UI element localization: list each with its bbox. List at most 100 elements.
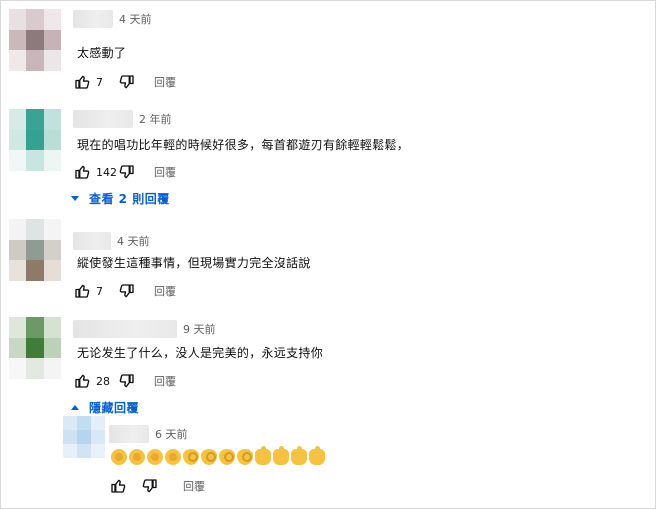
avatar-pixel: [26, 219, 44, 240]
comment-actions: 28 回覆: [73, 372, 176, 390]
clapping-hands-icon: [111, 449, 127, 465]
avatar-pixel: [26, 109, 44, 130]
thumbs-up-icon[interactable]: [109, 477, 127, 495]
avatar-pixel: [9, 219, 27, 240]
avatar-pixel: [26, 358, 44, 379]
like-count: 28: [96, 374, 110, 388]
avatar-pixel: [91, 416, 105, 430]
comment-actions: 7 回覆: [73, 282, 176, 300]
clapping-hands-icon: [147, 449, 163, 465]
comment-header: 4 天前: [73, 9, 152, 29]
avatar-pixel: [43, 358, 61, 379]
comment-actions: 142 回覆: [73, 163, 176, 181]
avatar-pixel: [63, 430, 77, 444]
avatar-pixel: [43, 50, 61, 71]
comment-header: 6 天前: [109, 424, 188, 444]
ok-hand-icon: [219, 449, 235, 465]
author-name[interactable]: [73, 110, 133, 128]
avatar[interactable]: [9, 9, 61, 71]
comment-header: 9 天前: [73, 319, 216, 339]
author-name[interactable]: [73, 232, 111, 250]
reply-button[interactable]: 回覆: [154, 283, 176, 299]
avatar[interactable]: [9, 317, 61, 379]
reply-button[interactable]: 回覆: [183, 478, 205, 494]
reply-button[interactable]: 回覆: [154, 164, 176, 180]
thumbs-down-icon[interactable]: [118, 163, 136, 181]
avatar-pixel: [77, 430, 91, 444]
thumbs-down-icon[interactable]: [118, 372, 136, 390]
avatar-pixel: [43, 337, 61, 359]
chevron-down-icon: [71, 196, 79, 201]
comment-time[interactable]: 6 天前: [155, 426, 188, 442]
avatar-pixel: [43, 219, 61, 240]
avatar-pixel: [26, 239, 44, 261]
avatar-pixel: [43, 317, 61, 338]
like-count: 142: [96, 165, 117, 179]
thumbs-up-icon[interactable]: [73, 163, 91, 181]
author-name[interactable]: [73, 10, 113, 28]
avatar-pixel: [9, 109, 27, 130]
comment-time[interactable]: 4 天前: [117, 233, 150, 249]
avatar-pixel: [43, 129, 61, 151]
avatar-pixel: [91, 430, 105, 444]
avatar-pixel: [77, 444, 91, 458]
thumbs-up-emoji-icon: [273, 446, 289, 465]
comment-text: 現在的唱功比年輕的時候好很多，每首都遊刃有餘輕輕鬆鬆，: [77, 138, 410, 152]
reply-button[interactable]: 回覆: [154, 74, 176, 90]
avatar-pixel: [43, 239, 61, 261]
avatar-pixel: [9, 337, 27, 359]
avatar[interactable]: [9, 109, 61, 171]
hide-replies-button[interactable]: 隱藏回覆: [71, 399, 139, 416]
ok-hand-icon: [237, 449, 253, 465]
avatar-pixel: [26, 317, 44, 338]
clapping-hands-icon: [165, 449, 181, 465]
avatar-pixel: [26, 50, 44, 71]
avatar-pixel: [43, 9, 61, 30]
thumbs-up-emoji-icon: [291, 446, 307, 465]
comment-text: 无论发生了什么，没人是完美的，永远支持你: [77, 346, 324, 360]
thumbs-down-icon[interactable]: [118, 73, 136, 91]
comment-text: 太感動了: [77, 46, 127, 60]
thumbs-down-icon[interactable]: [141, 477, 159, 495]
thumbs-up-emoji-icon: [309, 446, 325, 465]
avatar-pixel: [9, 239, 27, 261]
avatar[interactable]: [63, 416, 105, 458]
clapping-hands-icon: [129, 449, 145, 465]
avatar-pixel: [63, 444, 77, 458]
thumbs-up-icon[interactable]: [73, 73, 91, 91]
avatar-pixel: [26, 129, 44, 151]
like-count: 7: [96, 75, 103, 89]
comment-time[interactable]: 2 年前: [139, 111, 172, 127]
avatar-pixel: [43, 260, 61, 281]
avatar-pixel: [26, 260, 44, 281]
comment-time[interactable]: 9 天前: [183, 321, 216, 337]
avatar-pixel: [9, 129, 27, 151]
avatar-pixel: [43, 109, 61, 130]
avatar-pixel: [9, 150, 27, 171]
avatar-pixel: [9, 358, 27, 379]
thumbs-up-icon[interactable]: [73, 372, 91, 390]
avatar-pixel: [63, 416, 77, 430]
reply-emoji-text: [111, 446, 325, 465]
avatar-pixel: [9, 50, 27, 71]
view-replies-button[interactable]: 查看 2 則回覆: [71, 190, 170, 207]
author-name[interactable]: [109, 425, 149, 443]
comment-time[interactable]: 4 天前: [119, 11, 152, 27]
avatar-pixel: [43, 150, 61, 171]
comment-text: 縱使發生這種事情，但現場實力完全沒話說: [77, 256, 311, 270]
reply-button[interactable]: 回覆: [154, 373, 176, 389]
avatar-pixel: [26, 29, 44, 51]
avatar-pixel: [9, 9, 27, 30]
comment-header: 4 天前: [73, 231, 150, 251]
thumbs-down-icon[interactable]: [118, 282, 136, 300]
avatar-pixel: [9, 317, 27, 338]
chevron-up-icon: [71, 405, 79, 410]
avatar-pixel: [77, 416, 91, 430]
thumbs-up-icon[interactable]: [73, 282, 91, 300]
avatar[interactable]: [9, 219, 61, 281]
author-name[interactable]: [73, 320, 177, 338]
comment-actions: 7 回覆: [73, 73, 176, 91]
like-count: 7: [96, 284, 103, 298]
view-replies-label: 查看 2 則回覆: [89, 192, 170, 206]
avatar-pixel: [26, 337, 44, 359]
